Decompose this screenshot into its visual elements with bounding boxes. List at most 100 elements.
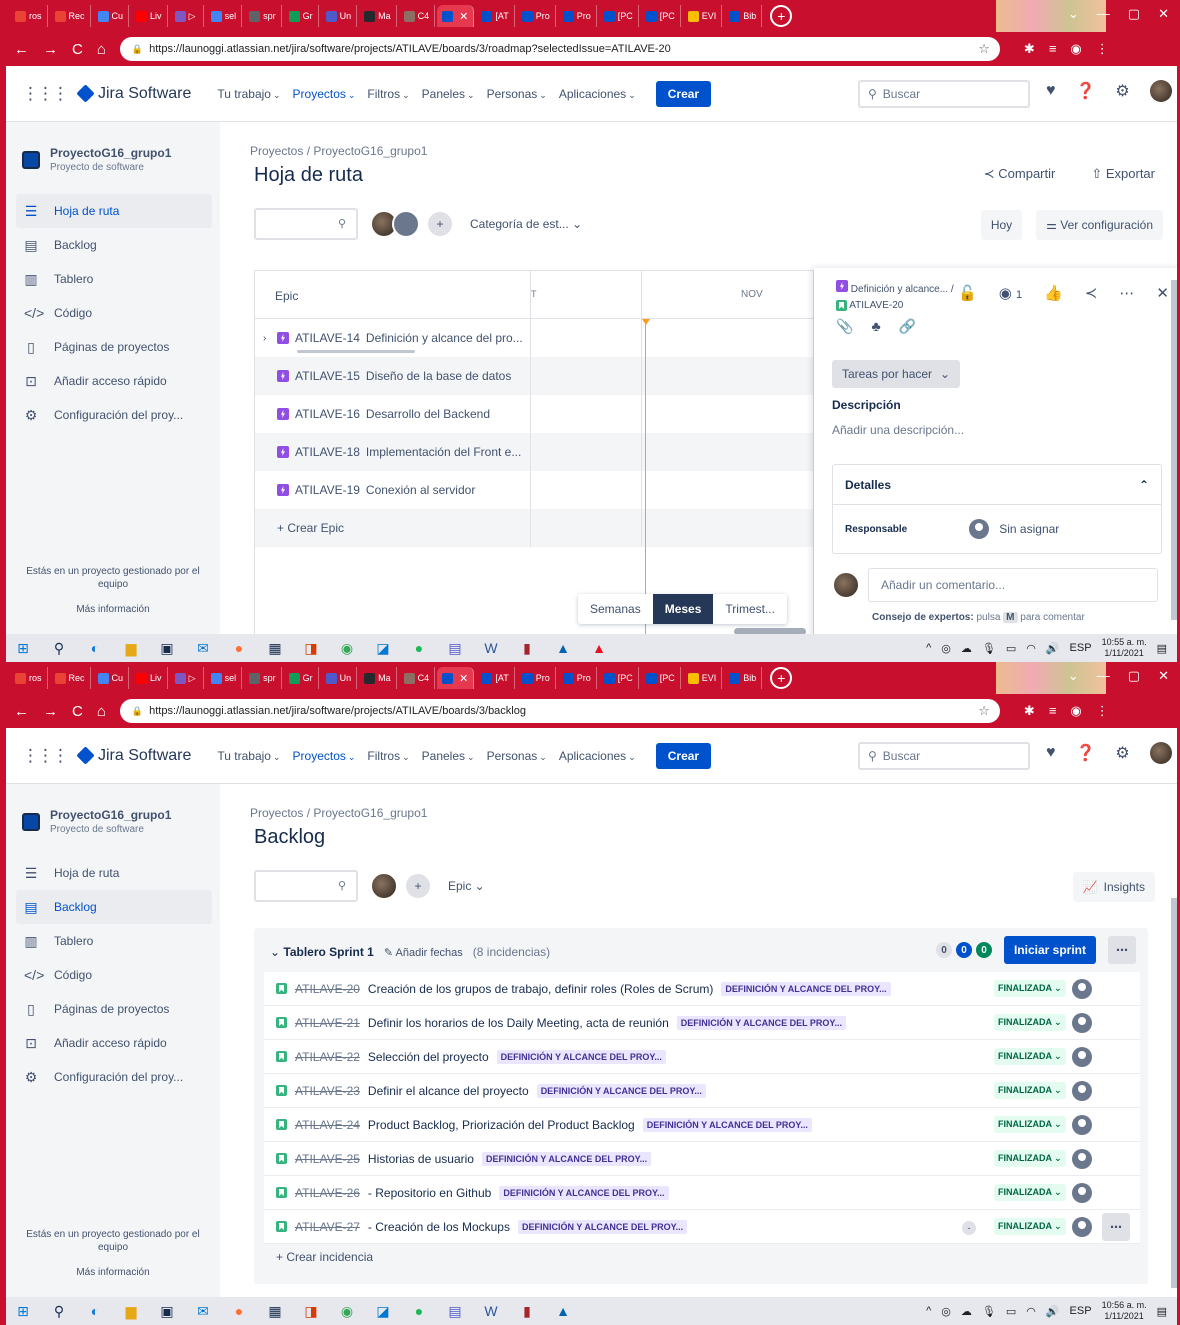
notifications-center-icon[interactable]: ▤ [1157,642,1167,655]
comment-input[interactable]: Añadir un comentario... [868,568,1158,602]
epic-timeline-track[interactable] [531,319,813,357]
jira-logo[interactable]: Jira Software [76,84,191,103]
browser-tab[interactable]: [PC [641,5,681,27]
browser-tab[interactable]: sel [206,667,243,689]
child-issue-icon[interactable]: ♣ [871,318,880,335]
office-icon[interactable]: ◨ [300,638,322,658]
home-icon[interactable]: ⌂ [97,703,106,720]
browser-menu-icon[interactable]: ⋮ [1096,703,1109,719]
issue-key[interactable]: ATILAVE-24 [295,1118,360,1132]
browser-tab[interactable]: C4 [399,667,436,689]
browser-tab[interactable]: Gr [284,667,319,689]
browser-tab[interactable]: spr [244,667,282,689]
reading-list-icon[interactable]: ≡ [1049,703,1057,719]
epic-filter-dropdown[interactable]: Epic ⌄ [448,879,485,893]
tray-camera-icon[interactable]: ◎ [941,642,951,655]
browser-tab[interactable]: Pro [558,5,597,27]
address-bar[interactable]: 🔒 https://launoggi.atlassian.net/jira/so… [119,37,1000,61]
tray-lang[interactable]: ESP [1070,642,1092,654]
add-people-icon[interactable]: + [426,210,454,238]
estimate-badge[interactable]: - [962,1221,976,1235]
windows-start-icon[interactable]: ⊞ [12,638,34,658]
nav-paneles[interactable]: Paneles ⌄ [422,87,475,101]
nav-proyectos[interactable]: Proyectos ⌄ [293,749,356,763]
browser-tab[interactable]: ▷ [170,5,204,27]
file-explorer-icon[interactable]: ▆ [120,1301,142,1321]
windows-start-icon[interactable]: ⊞ [12,1301,34,1321]
browser-tab[interactable]: Rec [50,5,91,27]
parent-epic-link[interactable]: Definición y alcance... / [836,280,954,298]
unassigned-avatar-icon[interactable] [1072,1183,1092,1203]
tab-search-icon[interactable]: ⌄ [1068,6,1079,22]
unassigned-avatar-icon[interactable] [1072,1047,1092,1067]
unassigned-avatar-icon[interactable] [1072,1149,1092,1169]
epic-row[interactable]: ATILAVE-15 Diseño de la base de datos [255,357,813,395]
extensions-icon[interactable]: ✱ [1024,41,1035,57]
tray-camera-icon[interactable]: ◎ [941,1305,951,1318]
chrome-icon[interactable]: ◉ [336,638,358,658]
notifications-center-icon[interactable]: ▤ [1157,1305,1167,1318]
epic-label[interactable]: DEFINICIÓN Y ALCANCE DEL PROY... [481,1151,652,1166]
lock-icon[interactable]: 🔓 [958,284,977,302]
status-dropdown[interactable]: FINALIZADA ⌄ [994,1014,1066,1031]
tab-close-icon[interactable]: ✕ [459,10,468,23]
extensions-icon[interactable]: ✱ [1024,703,1035,719]
issue-row[interactable]: ATILAVE-26 - Repositorio en Github DEFINIC… [264,1176,1140,1210]
status-dropdown[interactable]: FINALIZADA ⌄ [994,1218,1066,1235]
breadcrumb[interactable]: Proyectos / ProyectoG16_grupo1 [250,144,427,158]
office-icon[interactable]: ◨ [300,1301,322,1321]
unassigned-avatar-icon[interactable] [1072,979,1092,999]
create-button[interactable]: Crear [655,742,712,769]
sidebar-item-board[interactable]: ▥ Tablero [16,924,212,958]
epic-label[interactable]: DEFINICIÓN Y ALCANCE DEL PROY... [642,1117,812,1132]
back-icon[interactable]: ← [14,703,29,720]
tray-chevron-icon[interactable]: ^ [926,1305,931,1317]
spotify-icon[interactable]: ● [408,1301,430,1321]
link-icon[interactable]: 🔗 [899,318,916,335]
tray-mic-icon[interactable]: 🎙 [982,642,996,655]
nav-proyectos[interactable]: Proyectos ⌄ [293,87,356,101]
chevron-right-icon[interactable]: › [263,333,266,344]
more-icon[interactable]: ⋯ [1119,284,1134,302]
browser-tab[interactable]: Gr [284,5,319,27]
browser-tab[interactable]: Pro [517,667,556,689]
timescale-weeks[interactable]: Semanas [578,594,653,624]
epic-timeline-track[interactable] [531,395,813,433]
status-dropdown[interactable]: FINALIZADA ⌄ [994,1082,1066,1099]
assignee-field[interactable]: Sin asignar [969,519,1059,539]
teams-icon[interactable]: ▤ [444,638,466,658]
sidebar-item-add-shortcut[interactable]: ⊡ Añadir acceso rápido [16,1026,212,1060]
attachment-icon[interactable]: 📎 [836,318,853,335]
epic-label[interactable]: DEFINICIÓN Y ALCANCE DEL PROY... [496,1049,666,1064]
project-header[interactable]: ProyectoG16_grupo1 Proyecto de software [22,146,171,173]
browser-tab[interactable]: spr [244,5,282,27]
browser-tab[interactable]: ✕ [437,667,475,689]
user-avatar[interactable] [1149,80,1172,102]
nav-filtros[interactable]: Filtros ⌄ [367,87,409,101]
file-explorer-icon[interactable]: ▆ [120,638,142,658]
issue-more-button[interactable]: ⋯ [1102,1213,1130,1241]
browser-tab[interactable]: ros [10,5,48,27]
issue-key[interactable]: ATILAVE-26 [295,1186,360,1200]
profile-avatar[interactable]: ◉ [1070,703,1081,719]
edge-icon[interactable]: ◐ [84,638,106,658]
epic-label[interactable]: DEFINICIÓN Y ALCANCE DEL PROY... [536,1083,706,1098]
unassigned-avatar-icon[interactable] [1072,1013,1092,1033]
issue-key[interactable]: ATILAVE-27 [295,1220,360,1234]
browser-tab[interactable]: Liv [131,5,168,27]
status-dropdown[interactable]: Tareas por hacer ⌄ [832,360,961,388]
forward-icon[interactable]: → [43,41,58,58]
issue-row[interactable]: ATILAVE-24 Product Backlog, Priorización … [264,1108,1140,1142]
help-icon[interactable]: ❓ [1076,743,1096,763]
jira-logo[interactable]: Jira Software [76,746,191,765]
status-dropdown[interactable]: FINALIZADA ⌄ [994,1116,1066,1133]
tray-volume-icon[interactable]: 🔊 [1046,642,1060,655]
sidebar-item-code[interactable]: </> Código [16,296,212,330]
nav-tu-trabajo[interactable]: Tu trabajo ⌄ [217,87,280,101]
browser-tab[interactable]: Pro [558,667,597,689]
tray-volume-icon[interactable]: 🔊 [1046,1305,1060,1318]
issue-row[interactable]: ATILAVE-25 Historias de usuario DEFINICIÓN… [264,1142,1140,1176]
member-avatar-default[interactable] [392,210,420,238]
epic-label[interactable]: DEFINICIÓN Y ALCANCE DEL PROY... [499,1185,669,1200]
store-icon[interactable]: ▣ [156,638,178,658]
